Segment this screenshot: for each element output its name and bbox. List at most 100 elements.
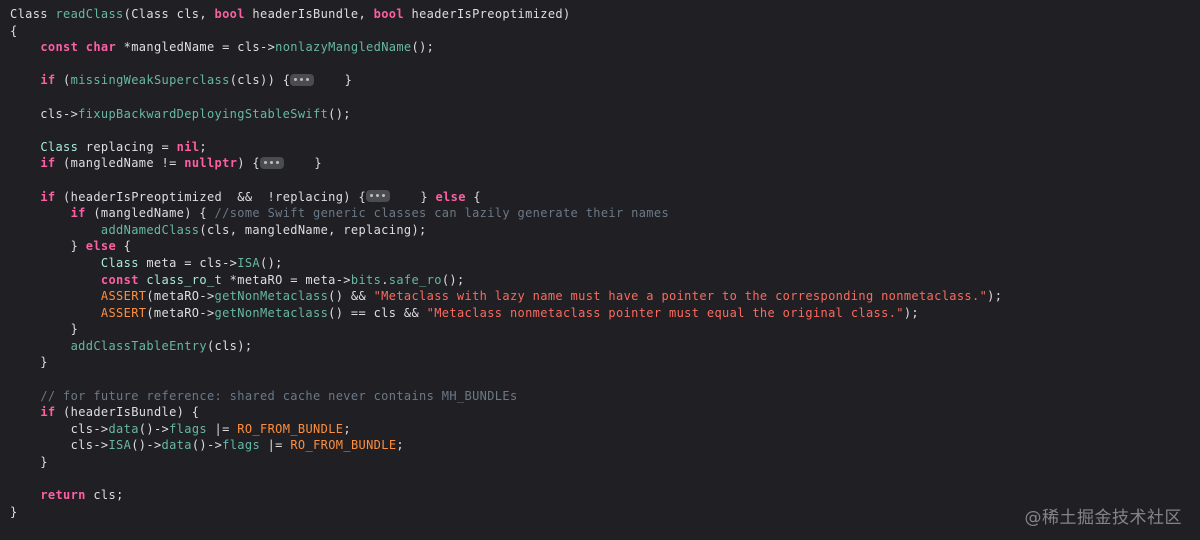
code-token: |= <box>260 438 291 453</box>
code-token: bool <box>373 7 404 21</box>
code-token: (metaRO-> <box>146 305 215 320</box>
code-token: ()-> <box>191 438 223 453</box>
code-line[interactable]: ASSERT(metaRO->getNonMetaclass() == cls … <box>10 305 1200 322</box>
code-token: "Metaclass nonmetaclass pointer must equ… <box>426 305 904 320</box>
code-token: else <box>85 239 117 254</box>
code-line[interactable]: } <box>10 504 1200 521</box>
code-line[interactable]: } <box>10 354 1200 371</box>
code-token: addClassTableEntry <box>70 338 207 353</box>
code-token: () && <box>328 289 374 304</box>
code-token: RO_FROM_BUNDLE <box>237 421 344 436</box>
code-line[interactable] <box>10 122 1200 139</box>
code-token: ; <box>396 438 404 453</box>
code-editor[interactable]: Class readClass (Class cls, bool headerIs… <box>0 0 1200 540</box>
code-token: flags <box>169 421 207 436</box>
code-line[interactable]: Class replacing = nil; <box>10 139 1200 156</box>
code-token: ( <box>55 73 71 88</box>
code-line[interactable]: if (headerIsPreoptimized && !replacing) … <box>10 189 1200 206</box>
code-token: headerIsPreoptimized) <box>403 7 571 21</box>
code-line[interactable]: const char *mangledName = cls->nonlazyMa… <box>10 39 1200 56</box>
code-line[interactable]: cls->fixupBackwardDeployingStableSwift()… <box>10 106 1200 123</box>
code-line[interactable] <box>10 89 1200 106</box>
watermark: @稀土掘金技术社区 <box>1024 508 1182 528</box>
code-token: // for future reference: shared cache ne… <box>40 388 518 403</box>
code-line[interactable]: Class readClass(Class cls, bool headerIs… <box>10 6 1200 23</box>
code-token: const <box>40 40 79 55</box>
code-token: } <box>10 239 86 254</box>
code-token: const <box>100 272 139 287</box>
code-token: nullptr <box>184 156 238 171</box>
code-token: missingWeakSuperclass <box>70 73 230 88</box>
code-token: bool <box>214 7 245 21</box>
code-token: ); <box>987 289 1003 304</box>
code-token: (metaRO-> <box>146 289 215 304</box>
code-token: ()-> <box>131 438 162 453</box>
code-token: (headerIsPreoptimized && !replacing) { <box>55 189 367 204</box>
code-fold-ellipsis-icon[interactable] <box>260 156 285 169</box>
code-line[interactable]: } <box>10 321 1200 338</box>
code-line[interactable] <box>10 56 1200 73</box>
code-token: (mangledName != <box>55 156 185 171</box>
code-token: RO_FROM_BUNDLE <box>290 438 397 453</box>
code-token: //some Swift generic classes can lazily … <box>214 206 670 221</box>
code-token: Class <box>100 255 139 270</box>
code-line[interactable]: cls->ISA()->data()->flags |= RO_FROM_BUN… <box>10 437 1200 454</box>
code-fold-ellipsis-icon[interactable] <box>290 73 315 86</box>
code-token: cls-> <box>10 421 109 436</box>
code-token: if <box>40 189 56 204</box>
code-line[interactable]: addNamedClass(cls, mangledName, replacin… <box>10 222 1200 239</box>
code-token: ()-> <box>138 421 170 436</box>
code-token: nil <box>176 139 200 154</box>
code-line[interactable]: ASSERT(metaRO->getNonMetaclass() && "Met… <box>10 288 1200 305</box>
code-line[interactable]: { <box>10 23 1200 40</box>
code-token: getNonMetaclass <box>214 305 329 320</box>
code-line[interactable]: Class meta = cls->ISA(); <box>10 255 1200 272</box>
code-line[interactable] <box>10 471 1200 488</box>
code-token: cls-> <box>10 438 109 453</box>
code-line[interactable]: if (mangledName) { //some Swift generic … <box>10 205 1200 222</box>
code-fold-ellipsis-icon[interactable] <box>366 190 391 203</box>
code-line[interactable]: if (mangledName != nullptr) { } <box>10 155 1200 172</box>
code-token: safe_ro <box>388 272 442 287</box>
code-token: { <box>465 189 481 204</box>
code-token: headerIsBundle, <box>244 7 374 21</box>
code-token: return <box>40 488 86 503</box>
code-token: { <box>116 239 132 254</box>
code-line[interactable]: } else { <box>10 238 1200 255</box>
code-token: data <box>161 438 192 453</box>
code-token: cls; <box>85 488 124 503</box>
code-token: nonlazyMangledName <box>275 40 412 55</box>
code-line[interactable]: return cls; <box>10 487 1200 504</box>
code-token: addNamedClass <box>100 222 200 237</box>
code-view[interactable]: Class readClass (Class cls, bool headerIs… <box>10 6 1200 520</box>
code-token: *metaRO = meta-> <box>222 272 351 287</box>
code-token: readClass <box>55 7 124 21</box>
code-line[interactable]: // for future reference: shared cache ne… <box>10 388 1200 405</box>
code-line[interactable]: cls->data()->flags |= RO_FROM_BUNDLE; <box>10 421 1200 438</box>
code-line[interactable] <box>10 172 1200 189</box>
code-line[interactable]: addClassTableEntry(cls); <box>10 338 1200 355</box>
code-line[interactable]: const class_ro_t *metaRO = meta->bits.sa… <box>10 272 1200 289</box>
code-token: } <box>10 504 18 519</box>
code-token: . <box>381 272 389 287</box>
code-token: ISA <box>237 255 260 270</box>
code-line[interactable]: if (headerIsBundle) { <box>10 404 1200 421</box>
code-line[interactable]: } <box>10 454 1200 471</box>
code-token: class_ro_t <box>146 272 223 287</box>
code-token: (cls, mangledName, replacing); <box>199 222 427 237</box>
code-token: replacing = <box>78 139 177 154</box>
code-token: } <box>314 73 353 88</box>
code-line[interactable] <box>10 371 1200 388</box>
code-token: data <box>108 421 139 436</box>
code-token: |= <box>206 421 238 436</box>
code-token: } <box>284 156 322 171</box>
code-token: if <box>70 206 86 221</box>
code-line[interactable]: if (missingWeakSuperclass(cls)) { } <box>10 72 1200 89</box>
